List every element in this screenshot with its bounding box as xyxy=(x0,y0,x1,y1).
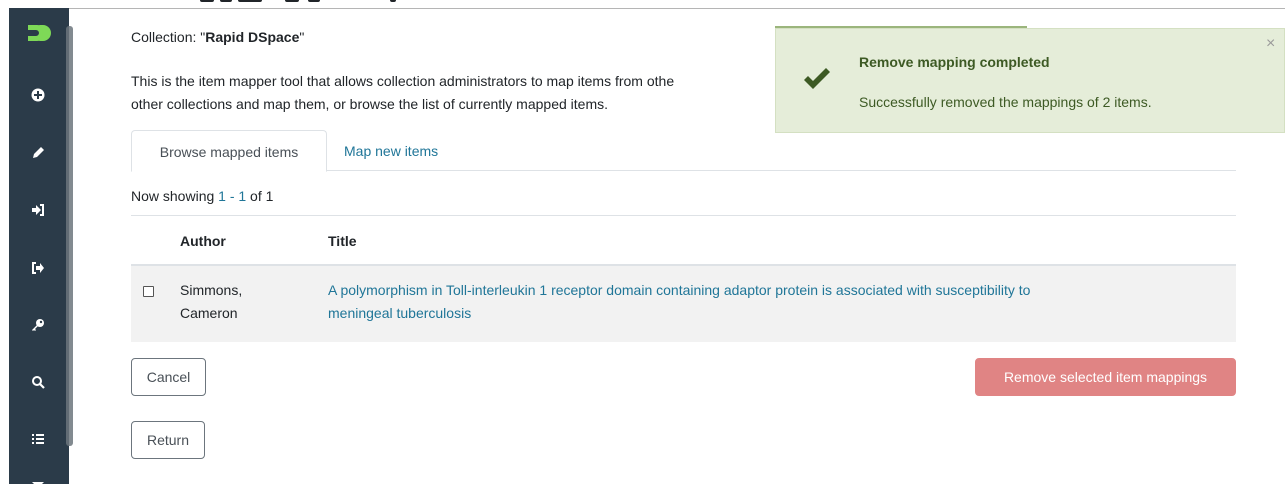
key-icon[interactable] xyxy=(29,316,47,334)
admin-sidebar xyxy=(9,8,73,484)
intro-line-1: This is the item mapper tool that allows… xyxy=(131,73,675,89)
success-toast[interactable]: Remove mapping completed Successfully re… xyxy=(775,28,1285,133)
toast-message: Successfully removed the mappings of 2 i… xyxy=(859,94,1152,110)
search-icon[interactable] xyxy=(29,373,47,391)
table-row: Simmons, Cameron A polymorphism in Toll-… xyxy=(131,266,1236,342)
checkmark-icon xyxy=(802,67,832,91)
list-icon[interactable] xyxy=(29,430,47,448)
caret-down-icon[interactable] xyxy=(29,476,47,484)
dspace-logo-icon[interactable] xyxy=(25,22,51,44)
pencil-icon[interactable] xyxy=(29,144,47,162)
row-title-link[interactable]: A polymorphism in Toll-interleukin 1 rec… xyxy=(328,279,1208,325)
cancel-button[interactable]: Cancel xyxy=(131,358,206,396)
toast-title: Remove mapping completed xyxy=(859,54,1050,70)
sidebar-scrollbar[interactable] xyxy=(66,26,73,446)
column-header-title: Title xyxy=(328,233,357,249)
remove-selected-mappings-button[interactable]: Remove selected item mappings xyxy=(975,358,1236,396)
sign-out-icon[interactable] xyxy=(29,259,47,277)
row-author: Simmons, Cameron xyxy=(180,282,243,321)
pagination-range: 1 - 1 xyxy=(218,188,247,204)
collection-name: Rapid DSpace xyxy=(205,29,300,45)
return-button[interactable]: Return xyxy=(131,421,205,459)
plus-circle-icon[interactable] xyxy=(29,86,47,104)
intro-line-2: other collections and map them, or brows… xyxy=(131,96,608,112)
tab-browse-mapped-items[interactable]: Browse mapped items xyxy=(131,130,327,172)
intro-text: This is the item mapper tool that allows… xyxy=(131,70,791,116)
row-select-checkbox[interactable] xyxy=(143,286,154,297)
page-title-fragment xyxy=(190,0,490,8)
pagination-summary: Now showing 1 - 1 of 1 xyxy=(131,188,274,204)
mapped-items-table: Author Title Simmons, Cameron A polymorp… xyxy=(131,215,1236,342)
close-icon[interactable]: × xyxy=(1266,35,1275,53)
table-header: Author Title xyxy=(131,215,1236,266)
tab-bar: Browse mapped items Map new items xyxy=(131,130,1236,172)
sign-in-icon[interactable] xyxy=(29,201,47,219)
tab-map-new-items[interactable]: Map new items xyxy=(327,130,455,172)
collection-label: Collection: "Rapid DSpace" xyxy=(131,29,305,45)
header-divider xyxy=(69,8,1285,9)
column-header-author: Author xyxy=(180,233,226,249)
